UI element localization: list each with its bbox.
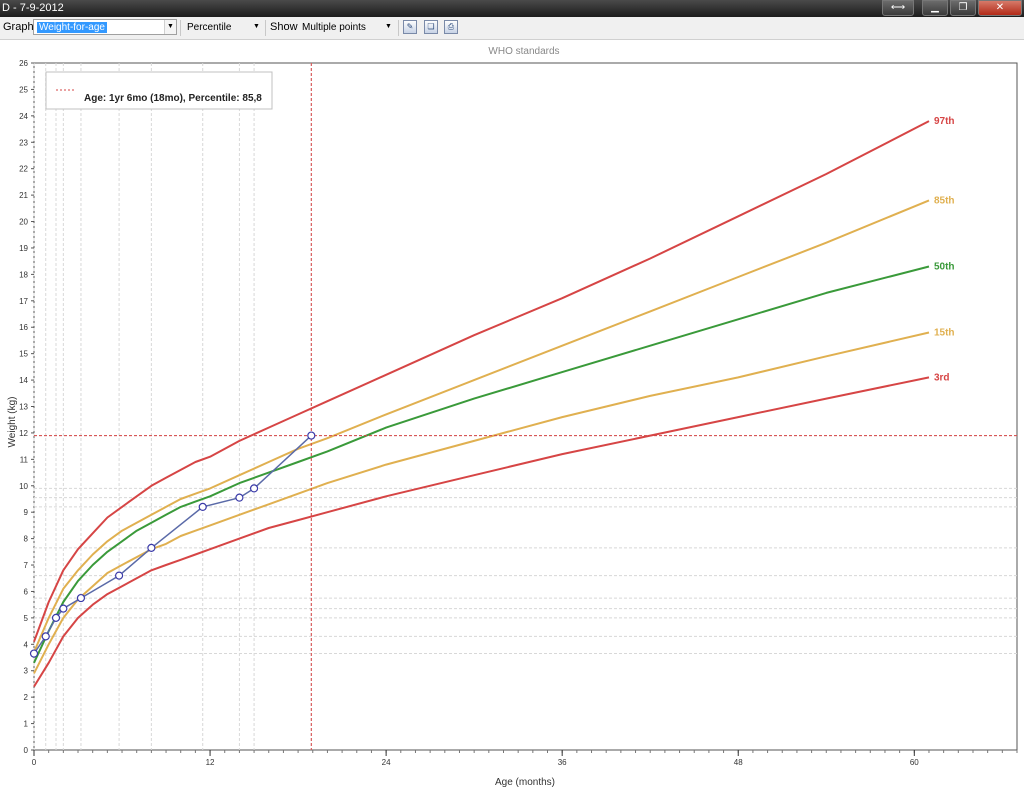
y-tick-label: 8 [24, 535, 29, 544]
y-tick-label: 7 [24, 561, 29, 570]
show-select[interactable]: Multiple points ▼ [298, 19, 395, 35]
y-tick-label: 15 [19, 350, 28, 359]
child-weight-point [198, 502, 207, 512]
x-tick-label: 24 [382, 758, 391, 767]
y-tick-label: 1 [24, 720, 29, 729]
legend: Age: 1yr 6mo (18mo), Percentile: 85,8 [45, 71, 273, 110]
plot-area [33, 62, 1018, 751]
child-weight-point [51, 613, 61, 622]
percentile-label-15th: 15th [934, 328, 955, 339]
copy-icon[interactable]: ❏ [424, 20, 438, 34]
child-weight-point [114, 571, 124, 580]
child-weight-point [29, 649, 39, 658]
x-tick-label: 12 [206, 758, 215, 767]
y-tick-label: 9 [24, 508, 29, 517]
x-tick-label: 0 [32, 758, 37, 767]
y-tick-label: 19 [19, 244, 28, 253]
window-titlebar: D - 7-9-2012 ⟷ ▁ ❐ ✕ [0, 0, 1024, 17]
graph-select[interactable]: Weight-for-age ▼ [33, 19, 177, 35]
child-weight-point [41, 632, 50, 641]
y-axis-label: Weight (kg) [7, 397, 18, 448]
show-label: Show [270, 21, 298, 33]
child-weight-point [76, 593, 86, 603]
x-tick-label: 60 [910, 758, 919, 767]
y-tick-label: 3 [24, 667, 29, 676]
percentile-label-50th: 50th [934, 261, 955, 272]
y-tick-label: 13 [19, 403, 28, 412]
y-tick-label: 23 [19, 138, 28, 147]
legend-entry: Age: 1yr 6mo (18mo), Percentile: 85,8 [84, 93, 262, 104]
show-select-value: Multiple points [302, 22, 366, 33]
percentile-label-97th: 97th [934, 116, 955, 127]
y-tick-label: 25 [19, 85, 28, 94]
minimize-button[interactable]: ▁ [922, 0, 948, 16]
chevron-down-icon: ▼ [164, 20, 176, 34]
child-weight-point [59, 604, 68, 613]
y-tick-label: 12 [19, 429, 28, 438]
x-tick-label: 48 [734, 758, 743, 767]
y-tick-label: 18 [19, 270, 28, 279]
child-weight-point [147, 543, 156, 552]
child-weight-point [235, 493, 244, 502]
mode-select-value: Percentile [187, 22, 232, 33]
mode-select[interactable]: Percentile ▼ [183, 19, 263, 35]
swap-button[interactable]: ⟷ [882, 0, 914, 16]
y-tick-label: 5 [24, 614, 29, 623]
y-tick-label: 14 [19, 376, 28, 385]
percentile-label-3rd: 3rd [934, 372, 950, 383]
y-tick-label: 6 [24, 587, 29, 596]
chart-settings-icon[interactable]: ✎ [403, 20, 417, 34]
y-tick-label: 21 [19, 191, 28, 200]
print-icon[interactable]: ⎙ [444, 20, 458, 34]
y-tick-label: 17 [19, 297, 28, 306]
grid [33, 62, 1018, 751]
who-growth-chart[interactable]: WHO standards 97th85th50th15th3rd 012345… [0, 39, 1024, 795]
chevron-down-icon: ▼ [385, 23, 392, 30]
x-axis-label: Age (months) [495, 777, 555, 788]
chevron-down-icon: ▼ [253, 23, 260, 30]
child-weight-point [307, 431, 316, 440]
y-tick-label: 24 [19, 112, 28, 121]
child-weight-point [249, 484, 259, 493]
toolbar: Graph Weight-for-age ▼ Percentile ▼ Show… [0, 17, 1024, 40]
y-tick-label: 20 [19, 218, 28, 227]
toolbar-separator [398, 20, 399, 36]
y-tick-label: 2 [24, 693, 29, 702]
graph-label: Graph [3, 21, 34, 33]
percentile-label-85th: 85th [934, 195, 955, 206]
chart-title: WHO standards [488, 46, 559, 57]
toolbar-separator [180, 20, 181, 36]
y-tick-label: 22 [19, 165, 28, 174]
maximize-button[interactable]: ❐ [950, 0, 976, 16]
toolbar-separator [265, 20, 266, 36]
y-tick-label: 0 [24, 746, 29, 755]
y-tick-label: 26 [19, 59, 28, 68]
y-tick-label: 10 [19, 482, 28, 491]
y-tick-label: 11 [20, 455, 29, 464]
y-tick-label: 16 [19, 323, 28, 332]
y-tick-label: 4 [24, 640, 29, 649]
x-tick-label: 36 [558, 758, 567, 767]
window-title: D - 7-9-2012 [2, 2, 64, 14]
window-controls: ⟷ ▁ ❐ ✕ [882, 0, 1022, 16]
close-button[interactable]: ✕ [978, 0, 1022, 16]
graph-select-value: Weight-for-age [37, 22, 107, 33]
